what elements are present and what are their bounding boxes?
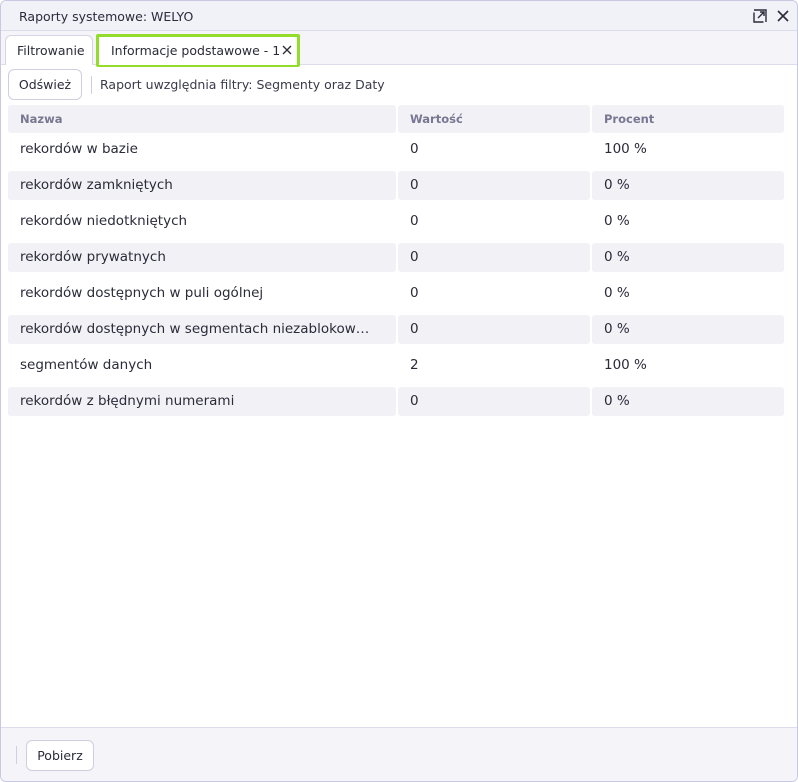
cell-name: rekordów w bazie xyxy=(20,141,138,157)
table-row[interactable]: rekordów niedotkniętych 0 0 % xyxy=(8,207,784,243)
cell-name: rekordów zamkniętych xyxy=(8,171,396,200)
tab-label: Informacje podstawowe - 1 xyxy=(111,43,281,58)
tab-filtrowanie[interactable]: Filtrowanie xyxy=(5,35,93,65)
cell-name: rekordów niedotkniętych xyxy=(20,213,188,229)
cell-percent: 0 % xyxy=(592,243,784,272)
close-icon[interactable] xyxy=(775,8,791,24)
cell-percent: 0 % xyxy=(592,387,784,416)
cell-name: rekordów dostępnych w puli ogólnej xyxy=(20,285,264,301)
table-row[interactable]: rekordów zamkniętych 0 0 % xyxy=(8,171,784,207)
cell-percent: 0 % xyxy=(592,171,784,200)
footer-bar: Pobierz xyxy=(1,727,797,781)
title-bar: Raporty systemowe: WELYO xyxy=(1,1,797,31)
cell-value: 0 xyxy=(410,213,419,229)
popout-icon[interactable] xyxy=(752,8,768,24)
cell-name: rekordów z błędnymi numerami xyxy=(8,387,396,416)
cell-name: rekordów prywatnych xyxy=(8,243,396,272)
table-row[interactable]: rekordów dostępnych w puli ogólnej 0 0 % xyxy=(8,279,784,315)
tab-label: Filtrowanie xyxy=(17,43,85,58)
cell-value: 0 xyxy=(410,285,419,301)
table-row[interactable]: rekordów z błędnymi numerami 0 0 % xyxy=(8,387,784,423)
toolbar-divider xyxy=(91,76,92,94)
table-row[interactable]: segmentów danych 2 100 % xyxy=(8,351,784,387)
toolbar: Odśwież Raport uwzględnia filtry: Segmen… xyxy=(1,65,797,105)
cell-value: 0 xyxy=(398,387,590,416)
table-row[interactable]: rekordów prywatnych 0 0 % xyxy=(8,243,784,279)
cell-name: rekordów dostępnych w segmentach niezabl… xyxy=(8,315,396,344)
cell-percent: 0 % xyxy=(592,315,784,344)
footer-divider xyxy=(16,746,17,764)
report-table: Nazwa Wartość Procent rekordów w bazie 0… xyxy=(8,105,784,423)
table-row[interactable]: rekordów w bazie 0 100 % xyxy=(8,135,784,171)
cell-percent: 100 % xyxy=(604,357,647,373)
cell-value: 2 xyxy=(410,357,419,373)
refresh-button[interactable]: Odśwież xyxy=(8,69,82,100)
cell-percent: 0 % xyxy=(604,285,630,301)
cell-value: 0 xyxy=(398,315,590,344)
tab-bar: Filtrowanie Informacje podstawowe - 1 xyxy=(1,31,797,67)
cell-value: 0 xyxy=(398,171,590,200)
table-header: Nazwa Wartość Procent xyxy=(8,105,784,135)
filter-info-text: Raport uwzględnia filtry: Segmenty oraz … xyxy=(100,77,385,92)
column-header-procent[interactable]: Procent xyxy=(592,105,784,133)
table-row[interactable]: rekordów dostępnych w segmentach niezabl… xyxy=(8,315,784,351)
cell-value: 0 xyxy=(410,141,419,157)
close-tab-icon[interactable] xyxy=(281,44,293,56)
download-button[interactable]: Pobierz xyxy=(26,740,94,771)
cell-percent: 0 % xyxy=(604,213,630,229)
cell-value: 0 xyxy=(398,243,590,272)
tab-informacje-podstawowe[interactable]: Informacje podstawowe - 1 xyxy=(99,37,297,65)
column-header-wartosc[interactable]: Wartość xyxy=(398,105,590,133)
cell-name: segmentów danych xyxy=(20,357,153,373)
column-header-nazwa[interactable]: Nazwa xyxy=(8,105,396,133)
window-title: Raporty systemowe: WELYO xyxy=(19,9,194,24)
report-window: Raporty systemowe: WELYO Filtrowanie Inf… xyxy=(0,0,798,782)
cell-percent: 100 % xyxy=(604,141,647,157)
